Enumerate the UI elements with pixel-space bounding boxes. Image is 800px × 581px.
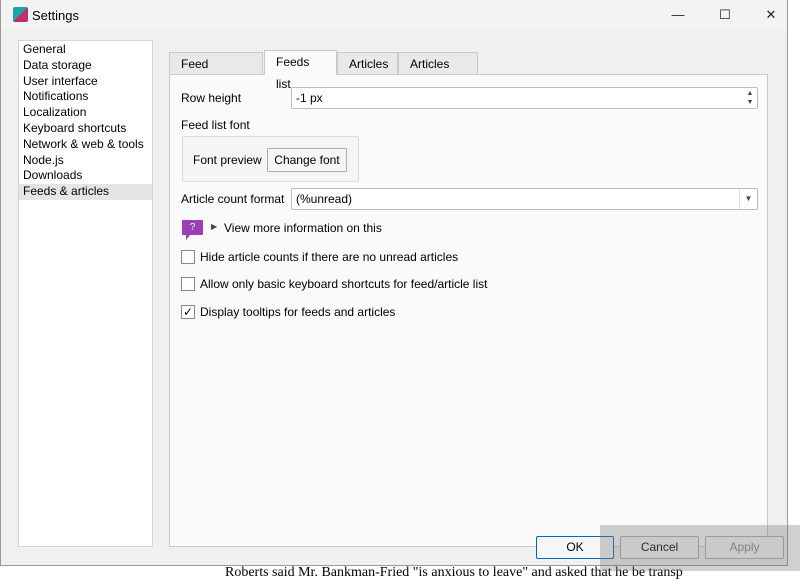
font-preview-group: Font preview Change font (182, 136, 359, 182)
basic-shortcuts-checkbox[interactable] (181, 277, 195, 291)
hide-counts-checkbox[interactable] (181, 250, 195, 264)
row-height-value: -1 px (296, 91, 323, 105)
sidebar-item-general[interactable]: General (19, 42, 152, 58)
article-count-format-label: Article count format (181, 192, 285, 206)
row-height-label: Row height (181, 91, 242, 105)
close-button[interactable]: ✕ (756, 4, 786, 26)
tab-articles[interactable]: Articles (337, 52, 398, 75)
tooltips-checkbox[interactable]: ✓ (181, 305, 195, 319)
tab-articles-list[interactable]: Articles list (398, 52, 478, 93)
watermark-logo (600, 525, 800, 571)
change-font-button[interactable]: Change font (267, 148, 347, 172)
tab-feeds-list[interactable]: Feeds list (264, 50, 337, 91)
article-count-format-value: (%unread) (296, 192, 353, 206)
sidebar-item-feeds-articles[interactable]: Feeds & articles (19, 184, 152, 200)
sidebar-item-notifications[interactable]: Notifications (19, 89, 152, 105)
article-count-format-combo[interactable]: (%unread) ▼ (291, 188, 758, 210)
view-more-info-toggle[interactable]: View more information on this (224, 221, 382, 235)
expand-arrow-icon[interactable]: ▶ (211, 222, 217, 231)
window-title: Settings (32, 8, 79, 23)
basic-shortcuts-label[interactable]: Allow only basic keyboard shortcuts for … (200, 277, 487, 291)
hide-counts-label[interactable]: Hide article counts if there are no unre… (200, 250, 458, 264)
app-icon (13, 7, 28, 22)
sidebar-item-nodejs[interactable]: Node.js (19, 153, 152, 169)
settings-category-list: General Data storage User interface Noti… (18, 40, 153, 547)
tab-feed-fetching[interactable]: Feed fetching (169, 52, 263, 93)
help-icon: ? (182, 220, 203, 240)
tooltips-label[interactable]: Display tooltips for feeds and articles (200, 305, 395, 319)
row-height-spinbox[interactable]: -1 px ▲ ▼ (291, 87, 758, 109)
feeds-list-pane: Row height -1 px ▲ ▼ Feed list font Font … (169, 74, 768, 547)
chevron-down-icon[interactable]: ▼ (739, 189, 757, 209)
sidebar-item-localization[interactable]: Localization (19, 105, 152, 121)
font-preview-label: Font preview (193, 153, 262, 167)
title-bar: Settings — ☐ ✕ (1, 0, 787, 30)
maximize-button[interactable]: ☐ (710, 4, 740, 26)
sidebar-item-data-storage[interactable]: Data storage (19, 58, 152, 74)
feed-list-font-label: Feed list font (181, 118, 250, 132)
sidebar-item-downloads[interactable]: Downloads (19, 168, 152, 184)
sidebar-item-network[interactable]: Network & web & tools (19, 137, 152, 153)
checkmark-icon: ✓ (182, 305, 194, 319)
sidebar-item-keyboard-shortcuts[interactable]: Keyboard shortcuts (19, 121, 152, 137)
sidebar-item-user-interface[interactable]: User interface (19, 74, 152, 90)
minimize-button[interactable]: — (663, 4, 693, 26)
spin-arrows-icon[interactable]: ▲ ▼ (744, 89, 756, 107)
settings-dialog: Settings — ☐ ✕ General Data storage User… (0, 0, 788, 566)
